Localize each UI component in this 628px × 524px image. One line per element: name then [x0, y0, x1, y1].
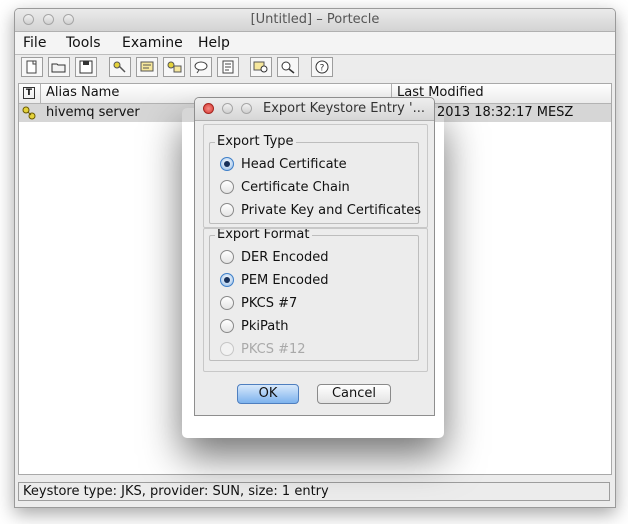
radio-label: PEM Encoded — [241, 272, 329, 288]
radio-label: PKCS #7 — [241, 295, 298, 311]
radio-head-certificate[interactable]: Head Certificate — [220, 155, 347, 173]
column-divider — [40, 84, 41, 103]
status-text: Keystore type: JKS, provider: SUN, size:… — [23, 484, 329, 499]
open-keystore-icon[interactable] — [48, 57, 70, 77]
ok-button[interactable]: OK — [237, 384, 299, 404]
save-keystore-icon[interactable] — [75, 57, 97, 77]
dialog-title: Export Keystore Entry '... — [263, 101, 425, 116]
menu-examine[interactable]: Examine — [122, 35, 183, 51]
radio-icon[interactable] — [220, 203, 234, 217]
set-password-icon[interactable] — [190, 57, 212, 77]
radio-pkcs12-disabled: PKCS #12 — [220, 340, 306, 358]
menu-tools[interactable]: Tools — [66, 35, 101, 51]
radio-certificate-chain[interactable]: Certificate Chain — [220, 178, 350, 196]
svg-text:?: ? — [320, 64, 325, 74]
dialog-minimize-icon[interactable] — [222, 103, 233, 114]
generate-keypair-icon[interactable] — [109, 57, 131, 77]
radio-label: PKCS #12 — [241, 341, 306, 357]
export-type-group: Export Type Head Certificate Certificate… — [209, 134, 421, 224]
radio-label: DER Encoded — [241, 249, 329, 265]
radio-pkipath[interactable]: PkiPath — [220, 317, 289, 335]
radio-label: PkiPath — [241, 318, 289, 334]
radio-label: Private Key and Certificates — [241, 202, 422, 218]
export-type-label: Export Type — [215, 134, 296, 149]
help-icon[interactable]: ? — [311, 57, 333, 77]
new-keystore-icon[interactable] — [21, 57, 43, 77]
keystore-report-icon[interactable] — [217, 57, 239, 77]
keypair-icon — [22, 106, 36, 120]
cancel-button[interactable]: Cancel — [317, 384, 391, 404]
radio-label: Head Certificate — [241, 156, 347, 172]
toolbar: ? — [15, 55, 615, 82]
row-alias: hivemq server — [46, 105, 140, 120]
row-last-modified: 2013 18:32:17 MESZ — [437, 105, 574, 120]
menu-file[interactable]: File — [23, 35, 46, 51]
radio-private-key-and-certificates[interactable]: Private Key and Certificates — [220, 201, 421, 219]
column-header-alias[interactable]: Alias Name — [46, 85, 119, 100]
radio-disabled-icon — [220, 342, 234, 356]
export-dialog: Export Keystore Entry '... Export Type H… — [194, 97, 435, 416]
import-trusted-cert-icon[interactable] — [136, 57, 158, 77]
radio-selected-icon[interactable] — [220, 273, 234, 287]
radio-der-encoded[interactable]: DER Encoded — [220, 248, 328, 266]
entry-type-column-header[interactable]: T — [23, 87, 35, 99]
dialog-close-icon[interactable] — [203, 103, 214, 114]
import-keypair-icon[interactable] — [163, 57, 185, 77]
export-format-label: Export Format — [215, 227, 312, 242]
radio-icon[interactable] — [220, 180, 234, 194]
radio-selected-icon[interactable] — [220, 157, 234, 171]
radio-pkcs7[interactable]: PKCS #7 — [220, 294, 297, 312]
radio-pem-encoded[interactable]: PEM Encoded — [220, 271, 328, 289]
examine-csr-icon[interactable] — [277, 57, 299, 77]
title-bar[interactable]: [Untitled] – Portecle — [15, 9, 615, 32]
menu-bar: File Tools Examine Help — [15, 32, 615, 55]
export-format-group: Export Format DER Encoded PEM Encoded PK… — [209, 227, 419, 361]
menu-help[interactable]: Help — [198, 35, 230, 51]
examine-cert-icon[interactable] — [250, 57, 272, 77]
window-title: [Untitled] – Portecle — [250, 12, 380, 27]
dialog-title-bar[interactable]: Export Keystore Entry '... — [195, 98, 434, 121]
radio-label: Certificate Chain — [241, 179, 350, 195]
status-bar: Keystore type: JKS, provider: SUN, size:… — [18, 482, 610, 501]
radio-icon[interactable] — [220, 319, 234, 333]
dialog-zoom-icon[interactable] — [241, 103, 252, 114]
radio-icon[interactable] — [220, 250, 234, 264]
radio-icon[interactable] — [220, 296, 234, 310]
